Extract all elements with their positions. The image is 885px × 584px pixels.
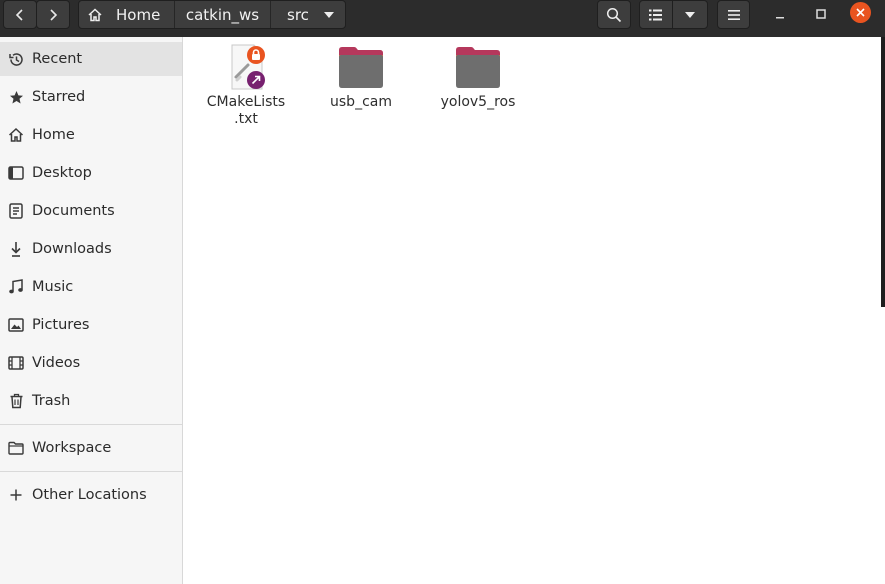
sidebar-item-pictures[interactable]: Pictures xyxy=(0,308,182,342)
search-icon xyxy=(606,7,622,22)
text-file-icon xyxy=(231,44,265,90)
back-button[interactable] xyxy=(3,0,37,29)
file-name-line: .txt xyxy=(234,111,258,127)
sidebar-item-home[interactable]: Home xyxy=(0,118,182,152)
folder-item-usb-cam[interactable]: usb_cam xyxy=(311,43,411,111)
window-edge xyxy=(881,37,885,307)
sidebar-item-label: Trash xyxy=(32,393,71,409)
sidebar-item-trash[interactable]: Trash xyxy=(0,384,182,418)
view-options-button[interactable] xyxy=(672,0,708,29)
trash-icon xyxy=(7,392,25,410)
home-icon xyxy=(7,126,25,144)
breadcrumb-home[interactable]: Home xyxy=(79,1,175,28)
file-name: CMakeLists .txt xyxy=(198,94,294,128)
plus-icon xyxy=(7,486,25,504)
menu-button[interactable] xyxy=(717,0,750,29)
breadcrumb-label: src xyxy=(287,5,309,24)
close-icon xyxy=(856,8,865,17)
sidebar-item-label: Starred xyxy=(32,89,86,105)
chevron-left-icon xyxy=(15,8,23,21)
minimize-icon xyxy=(776,16,784,18)
sidebar-item-other-locations[interactable]: Other Locations xyxy=(0,478,182,512)
breadcrumb-label: Home xyxy=(116,5,161,24)
music-icon xyxy=(7,278,25,296)
sidebar-item-videos[interactable]: Videos xyxy=(0,346,182,380)
sidebar: Recent Starred Home Desktop Documents Do… xyxy=(0,37,183,584)
chevron-down-icon xyxy=(323,11,334,18)
view-list-button[interactable] xyxy=(639,0,673,29)
picture-icon xyxy=(7,316,25,334)
list-view-icon xyxy=(649,9,662,20)
sidebar-item-music[interactable]: Music xyxy=(0,270,182,304)
sidebar-item-label: Music xyxy=(32,279,74,295)
breadcrumb-catkin-ws[interactable]: catkin_ws xyxy=(175,1,271,28)
star-icon xyxy=(7,88,25,106)
folder-icon xyxy=(456,47,500,88)
sidebar-item-starred[interactable]: Starred xyxy=(0,80,182,114)
breadcrumb: Home catkin_ws src xyxy=(78,0,346,29)
header-bar: Home catkin_ws src xyxy=(0,0,885,37)
maximize-icon xyxy=(816,8,826,19)
sidebar-item-label: Pictures xyxy=(32,317,90,333)
link-icon xyxy=(247,71,265,89)
sidebar-item-recent[interactable]: Recent xyxy=(0,42,182,76)
sidebar-separator xyxy=(0,471,182,472)
sidebar-item-label: Home xyxy=(32,127,75,143)
folder-icon xyxy=(7,439,25,457)
file-item-cmakelists[interactable]: CMakeLists .txt xyxy=(196,43,296,128)
file-name-line: CMakeLists xyxy=(206,94,286,110)
forward-button[interactable] xyxy=(36,0,70,29)
clock-icon xyxy=(7,50,25,68)
maximize-button[interactable] xyxy=(806,0,836,27)
file-name: usb_cam xyxy=(330,94,392,110)
lock-icon xyxy=(247,46,265,64)
close-button[interactable] xyxy=(850,2,871,23)
sidebar-separator xyxy=(0,424,182,425)
document-icon xyxy=(7,202,25,220)
sidebar-item-desktop[interactable]: Desktop xyxy=(0,156,182,190)
chevron-right-icon xyxy=(50,8,58,21)
desktop-icon xyxy=(7,164,25,182)
minimize-button[interactable] xyxy=(765,0,795,27)
video-icon xyxy=(7,354,25,372)
download-icon xyxy=(7,240,25,258)
sidebar-item-label: Workspace xyxy=(32,440,112,456)
breadcrumb-label: catkin_ws xyxy=(185,5,260,24)
folder-item-yolov5-ros[interactable]: yolov5_ros xyxy=(428,43,528,111)
sidebar-item-label: Desktop xyxy=(32,165,92,181)
sidebar-item-workspace[interactable]: Workspace xyxy=(0,431,182,465)
file-view: CMakeLists .txt usb_cam yolov5_ros xyxy=(183,37,885,584)
file-name: yolov5_ros xyxy=(440,94,516,110)
sidebar-item-documents[interactable]: Documents xyxy=(0,194,182,228)
sidebar-item-label: Downloads xyxy=(32,241,112,257)
sidebar-item-downloads[interactable]: Downloads xyxy=(0,232,182,266)
folder-icon xyxy=(339,47,383,88)
search-button[interactable] xyxy=(597,0,631,29)
chevron-down-icon xyxy=(685,11,695,18)
hamburger-icon xyxy=(727,9,740,20)
home-icon xyxy=(88,7,102,21)
sidebar-item-label: Documents xyxy=(32,203,115,219)
sidebar-item-label: Videos xyxy=(32,355,81,371)
breadcrumb-src[interactable]: src xyxy=(271,1,345,28)
sidebar-item-label: Other Locations xyxy=(32,487,147,503)
sidebar-item-label: Recent xyxy=(32,51,83,67)
